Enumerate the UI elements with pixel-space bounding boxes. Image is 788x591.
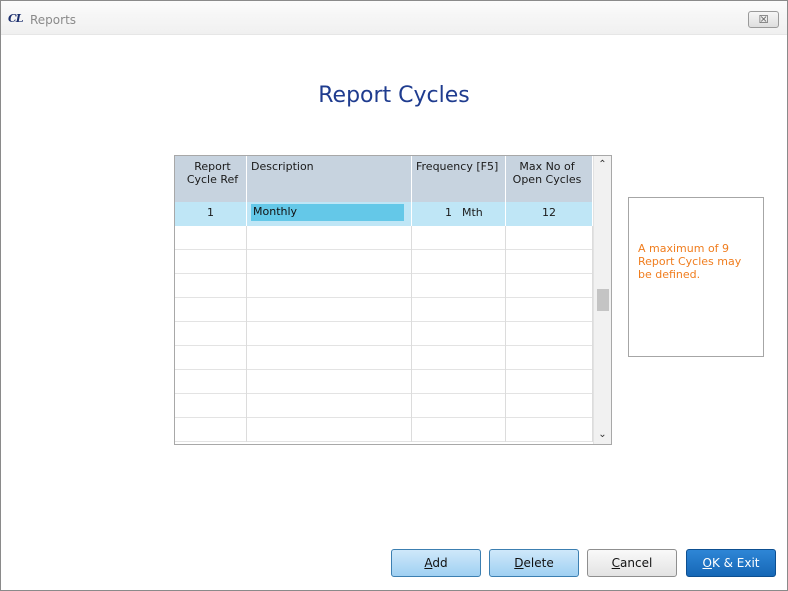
frequency-value: 1 [445,206,452,219]
empty-cell[interactable] [175,346,247,370]
empty-cell[interactable] [412,394,506,418]
empty-cell[interactable] [175,250,247,274]
empty-cell[interactable] [412,370,506,394]
empty-cell[interactable] [247,346,412,370]
cancel-mnemonic: C [611,556,621,570]
delete-label: elete [523,556,554,570]
table-row[interactable] [175,346,593,370]
empty-cell[interactable] [506,274,593,298]
scroll-up-arrow-icon[interactable]: ⌃ [594,156,611,174]
empty-cell[interactable] [506,370,593,394]
table-row[interactable] [175,394,593,418]
empty-cell[interactable] [506,418,593,442]
empty-cell[interactable] [412,418,506,442]
empty-cell[interactable] [247,274,412,298]
empty-cell[interactable] [247,322,412,346]
title-bar: CL Reports ☒ [1,1,787,35]
window-title: Reports [30,13,77,27]
column-header-max-open-cycles[interactable]: Max No of Open Cycles [506,156,593,202]
table-row[interactable] [175,226,593,250]
empty-cell[interactable] [412,298,506,322]
add-button[interactable]: Add [391,549,481,577]
empty-cell[interactable] [247,394,412,418]
empty-cell[interactable] [506,322,593,346]
empty-cell[interactable] [412,250,506,274]
cancel-button[interactable]: Cancel [587,549,677,577]
column-header-description[interactable]: Description [247,156,412,202]
empty-cell[interactable] [175,226,247,250]
description-edit-field[interactable]: Monthly [251,204,404,221]
delete-mnemonic: D [514,556,524,570]
empty-cell[interactable] [175,418,247,442]
cell-max-open-cycles[interactable]: 12 [506,202,593,226]
cancel-label: ancel [620,556,653,570]
ok-exit-mnemonic: O [702,556,712,570]
table-row[interactable] [175,370,593,394]
table-row[interactable] [175,274,593,298]
empty-cell[interactable] [506,298,593,322]
empty-cell[interactable] [506,250,593,274]
ok-exit-label: K & Exit [711,556,760,570]
empty-cell[interactable] [412,322,506,346]
empty-cell[interactable] [247,298,412,322]
table-row[interactable]: 1 Monthly 1 Mth 12 [175,202,593,226]
empty-cell[interactable] [175,274,247,298]
frequency-unit: Mth [462,206,483,219]
app-logo-icon: CL [8,12,23,25]
empty-cell[interactable] [247,250,412,274]
empty-cell[interactable] [247,370,412,394]
empty-cell[interactable] [247,226,412,250]
empty-cell[interactable] [412,346,506,370]
empty-cell[interactable] [412,226,506,250]
info-panel: A maximum of 9 Report Cycles may be defi… [628,197,764,357]
info-message: A maximum of 9 Report Cycles may be defi… [638,242,742,281]
empty-cell[interactable] [175,370,247,394]
cell-description[interactable]: Monthly [247,202,412,226]
empty-cell[interactable] [412,274,506,298]
table-row[interactable] [175,418,593,442]
empty-cell[interactable] [506,346,593,370]
empty-cell[interactable] [175,298,247,322]
report-cycles-grid: Report Cycle Ref Description Frequency [… [174,155,612,445]
column-header-frequency[interactable]: Frequency [F5] [412,156,506,202]
close-icon: ☒ [758,13,769,26]
empty-cell[interactable] [175,394,247,418]
empty-cell[interactable] [175,322,247,346]
scroll-thumb[interactable] [597,289,609,311]
table-row[interactable] [175,250,593,274]
cell-report-cycle-ref[interactable]: 1 [175,202,247,226]
close-button[interactable]: ☒ [748,11,779,28]
cell-frequency[interactable]: 1 Mth [412,202,506,226]
empty-cell[interactable] [506,226,593,250]
add-label: dd [432,556,448,570]
grid-scrollbar[interactable]: ⌃ ⌄ [593,156,611,444]
empty-cell[interactable] [506,394,593,418]
page-title: Report Cycles [318,83,470,108]
column-header-report-cycle-ref[interactable]: Report Cycle Ref [175,156,247,202]
delete-button[interactable]: Delete [489,549,579,577]
scroll-down-arrow-icon[interactable]: ⌄ [594,426,611,444]
table-row[interactable] [175,298,593,322]
table-row[interactable] [175,322,593,346]
grid-header: Report Cycle Ref Description Frequency [… [175,156,593,202]
ok-exit-button[interactable]: OK & Exit [686,549,776,577]
empty-cell[interactable] [247,418,412,442]
